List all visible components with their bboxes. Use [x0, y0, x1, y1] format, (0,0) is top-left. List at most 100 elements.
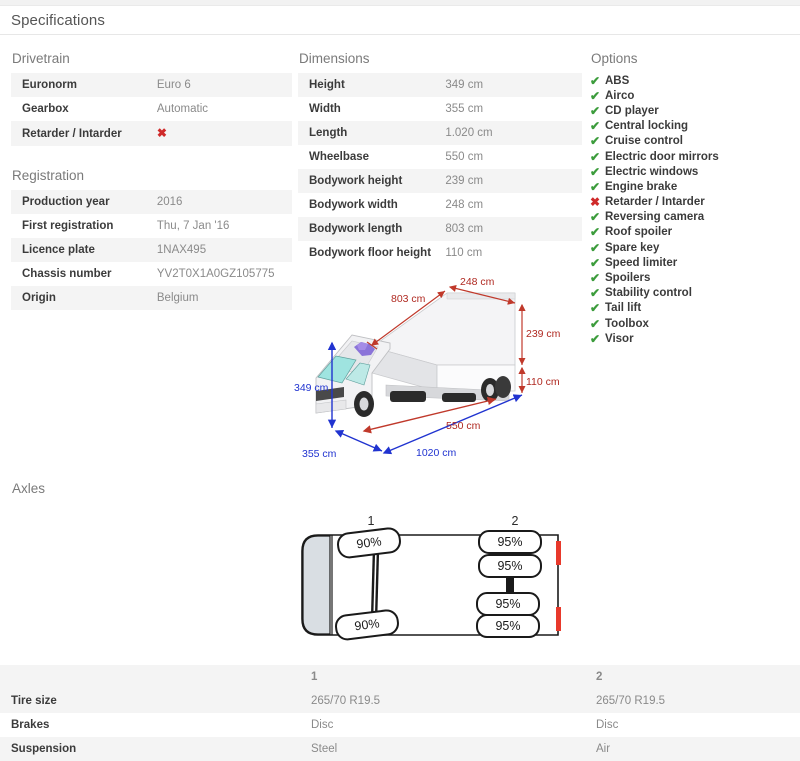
option-item: ✔ Engine brake: [590, 179, 792, 194]
check-icon: ✔: [590, 301, 601, 316]
option-label: Speed limiter: [605, 256, 678, 269]
axles-section: Axles: [0, 463, 800, 497]
table-row: Bodywork width 248 cm: [298, 193, 582, 217]
check-icon: ✔: [590, 119, 601, 134]
table-row: Bodywork length 803 cm: [298, 217, 582, 241]
table-row: Suspension Steel Air: [0, 737, 800, 761]
label-total-height: 349 cm: [294, 382, 329, 394]
option-label: Engine brake: [605, 180, 678, 193]
spec-value: 110 cm: [445, 247, 483, 259]
option-label: Spoilers: [605, 272, 651, 285]
option-item: ✔ Airco: [590, 88, 792, 103]
label-bodywork-height: 239 cm: [526, 328, 561, 340]
table-row: First registration Thu, 7 Jan '16: [11, 214, 292, 238]
option-label: Electric windows: [605, 165, 699, 178]
option-label: Airco: [605, 89, 635, 102]
spec-value: 550 cm: [445, 151, 484, 163]
spec-key: Retarder / Intarder: [22, 127, 122, 140]
option-item: ✔ Visor: [590, 331, 792, 346]
check-icon: ✔: [590, 271, 601, 286]
spec-value: 239 cm: [445, 175, 484, 187]
option-item: ✔ CD player: [590, 103, 792, 118]
spec-value: Belgium: [156, 292, 199, 304]
check-icon: ✔: [590, 103, 601, 118]
spec-key: Origin: [22, 292, 56, 304]
option-item: ✔ Electric door mirrors: [590, 149, 792, 164]
check-icon: ✔: [590, 134, 601, 149]
check-icon: ✔: [590, 149, 601, 164]
table-row: Wheelbase 550 cm: [298, 145, 582, 169]
table-row: Origin Belgium: [11, 286, 292, 310]
check-icon: ✔: [590, 179, 601, 194]
spec-value: Thu, 7 Jan '16: [156, 220, 230, 232]
section-title-options: Options: [591, 51, 638, 66]
table-row: Length 1.020 cm: [298, 121, 582, 145]
spec-key: Gearbox: [22, 103, 69, 115]
option-item: ✔ Spoilers: [590, 270, 792, 285]
section-title-dimensions: Dimensions: [299, 51, 370, 66]
axle-number: 1: [368, 514, 375, 528]
axle-row-value-1: Disc: [311, 719, 334, 731]
check-icon: ✔: [590, 73, 601, 88]
option-item: ✔ Stability control: [590, 286, 792, 301]
option-label: Cruise control: [605, 135, 683, 148]
check-icon: ✔: [590, 164, 601, 179]
axle-row-value-1: Steel: [311, 743, 338, 755]
label-floor-height: 110 cm: [526, 376, 560, 388]
option-label: Reversing camera: [605, 211, 705, 224]
spec-value-mark: ✖: [157, 121, 292, 146]
spec-key: Production year: [22, 196, 110, 208]
check-icon: ✔: [590, 240, 601, 255]
cross-icon: ✖: [590, 195, 601, 210]
option-item: ✔ Reversing camera: [590, 210, 792, 225]
table-row: Retarder / Intarder ✖: [11, 121, 292, 146]
spec-value: 349 cm: [445, 79, 484, 91]
spec-key: First registration: [22, 220, 114, 232]
tire-label: 95%: [495, 619, 520, 633]
axle-row-key: Brakes: [11, 719, 50, 731]
tire-label: 95%: [497, 559, 522, 573]
label-bodywork-length: 803 cm: [391, 293, 426, 305]
option-item: ✔ Cruise control: [590, 134, 792, 149]
spec-key: Length: [309, 127, 348, 139]
truck-dimensions-diagram: 803 cm 248 cm 239 cm 110 cm 550 cm 349 c…: [294, 273, 584, 463]
check-icon: ✔: [590, 210, 601, 225]
option-item: ✔ Speed limiter: [590, 255, 792, 270]
spec-value: 803 cm: [445, 223, 484, 235]
spec-value: 1.020 cm: [445, 127, 493, 139]
tire-label: 95%: [495, 597, 520, 611]
spec-value: YV2T0X1A0GZ105775: [156, 268, 275, 280]
spec-value: 248 cm: [445, 199, 484, 211]
axle-layout-diagram: 90% 90% 95% 95% 95% 95% 1 2: [0, 509, 800, 659]
check-icon: ✔: [590, 331, 601, 346]
option-item: ✔ Central locking: [590, 119, 792, 134]
dimensions-table: Height 349 cm Width 355 cm Length 1.020 cm Whe…: [298, 73, 582, 265]
option-label: CD player: [605, 104, 659, 117]
label-bodywork-width: 248 cm: [460, 276, 495, 288]
option-item: ✔ Tail lift: [590, 301, 792, 316]
axle-row-value-1: 265/70 R19.5: [311, 695, 381, 707]
check-icon: ✔: [590, 255, 601, 270]
spec-value: 355 cm: [445, 103, 484, 115]
column-drivetrain-registration: Drivetrain Euronorm Euro 6 Gearbox Automati…: [0, 51, 292, 310]
section-title-drivetrain: Drivetrain: [12, 51, 70, 66]
option-label: Spare key: [605, 241, 660, 254]
option-item: ✔ Roof spoiler: [590, 225, 792, 240]
option-item: ✖ Retarder / Intarder: [590, 195, 792, 210]
option-item: ✔ Electric windows: [590, 164, 792, 179]
spec-key: Height: [309, 79, 345, 91]
page-header: Specifications: [0, 6, 800, 35]
axle-row-value-2: Disc: [596, 719, 619, 731]
section-title-axles: Axles: [12, 481, 46, 496]
check-icon: ✔: [590, 286, 601, 301]
axle-table-head: 1 2: [0, 665, 800, 689]
page-title: Specifications: [11, 11, 105, 29]
tire-label: 95%: [497, 535, 522, 549]
table-row: Bodywork height 239 cm: [298, 169, 582, 193]
axle-row-key: Tire size: [11, 695, 57, 707]
spec-key: Licence plate: [22, 244, 95, 256]
option-label: Toolbox: [605, 317, 649, 330]
label-total-length: 1020 cm: [416, 447, 457, 459]
spec-key: Bodywork length: [309, 223, 403, 235]
option-item: ✔ Toolbox: [590, 316, 792, 331]
